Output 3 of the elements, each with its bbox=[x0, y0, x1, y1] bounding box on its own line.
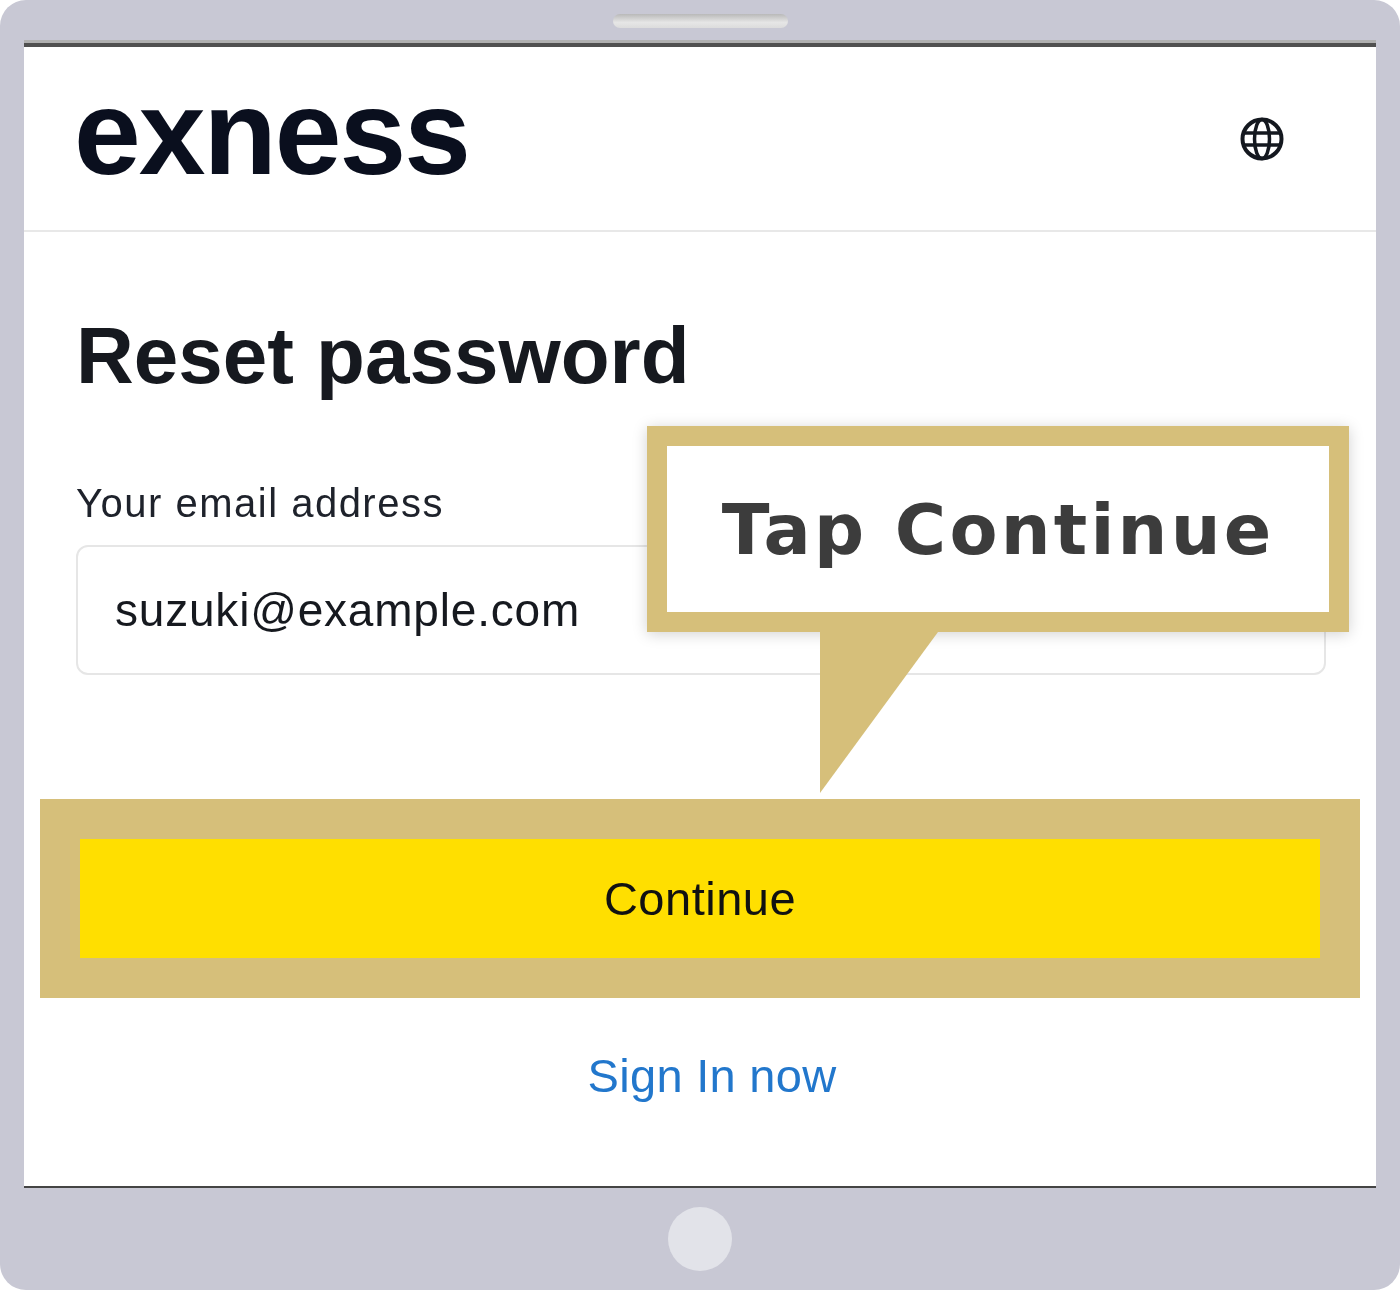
field-label: Your email address bbox=[76, 483, 444, 523]
logo-wordmark: exness bbox=[74, 71, 469, 192]
tooltip-text: Tap Continue bbox=[721, 489, 1275, 571]
